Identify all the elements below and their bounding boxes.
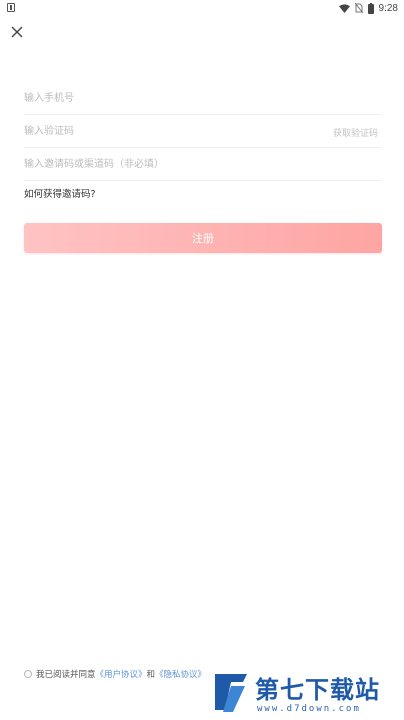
user-agreement-link[interactable]: 《用户协议》 (96, 668, 147, 680)
d7-logo-icon (215, 674, 247, 712)
agreement-and: 和 (146, 670, 156, 680)
battery-icon (367, 2, 374, 14)
agreement-prefix: 我已阅读并同意 (36, 670, 96, 680)
get-code-button[interactable]: 获取验证码 (333, 126, 378, 139)
close-icon (11, 26, 23, 38)
status-time: 9:28 (378, 2, 398, 14)
code-field: 获取验证码 (24, 116, 382, 148)
watermark-logo: 第七下载站 www.d7down.com (207, 668, 403, 720)
status-bar: 9:28 (0, 0, 404, 16)
privacy-policy-link[interactable]: 《隐私协议》 (155, 668, 206, 680)
wifi-icon (338, 3, 350, 13)
invite-field (24, 149, 382, 181)
register-button[interactable]: 注册 (24, 223, 382, 253)
agree-radio[interactable] (24, 670, 32, 678)
phone-input[interactable] (24, 83, 382, 114)
code-input[interactable] (24, 116, 382, 147)
invite-code-input[interactable] (24, 149, 382, 180)
agreement-row: 我已阅读并同意 《用户协议》 和 《隐私协议》 (24, 668, 206, 680)
no-sim-icon (354, 3, 363, 13)
status-icons: 9:28 (338, 1, 398, 15)
watermark-url: www.d7down.com (257, 704, 361, 714)
invite-help-link[interactable]: 如何获得邀请码? (24, 186, 96, 200)
watermark-title: 第七下载站 (255, 676, 380, 704)
phone-field (24, 83, 382, 115)
close-button[interactable] (8, 23, 26, 41)
app-notification-icon (7, 3, 15, 12)
